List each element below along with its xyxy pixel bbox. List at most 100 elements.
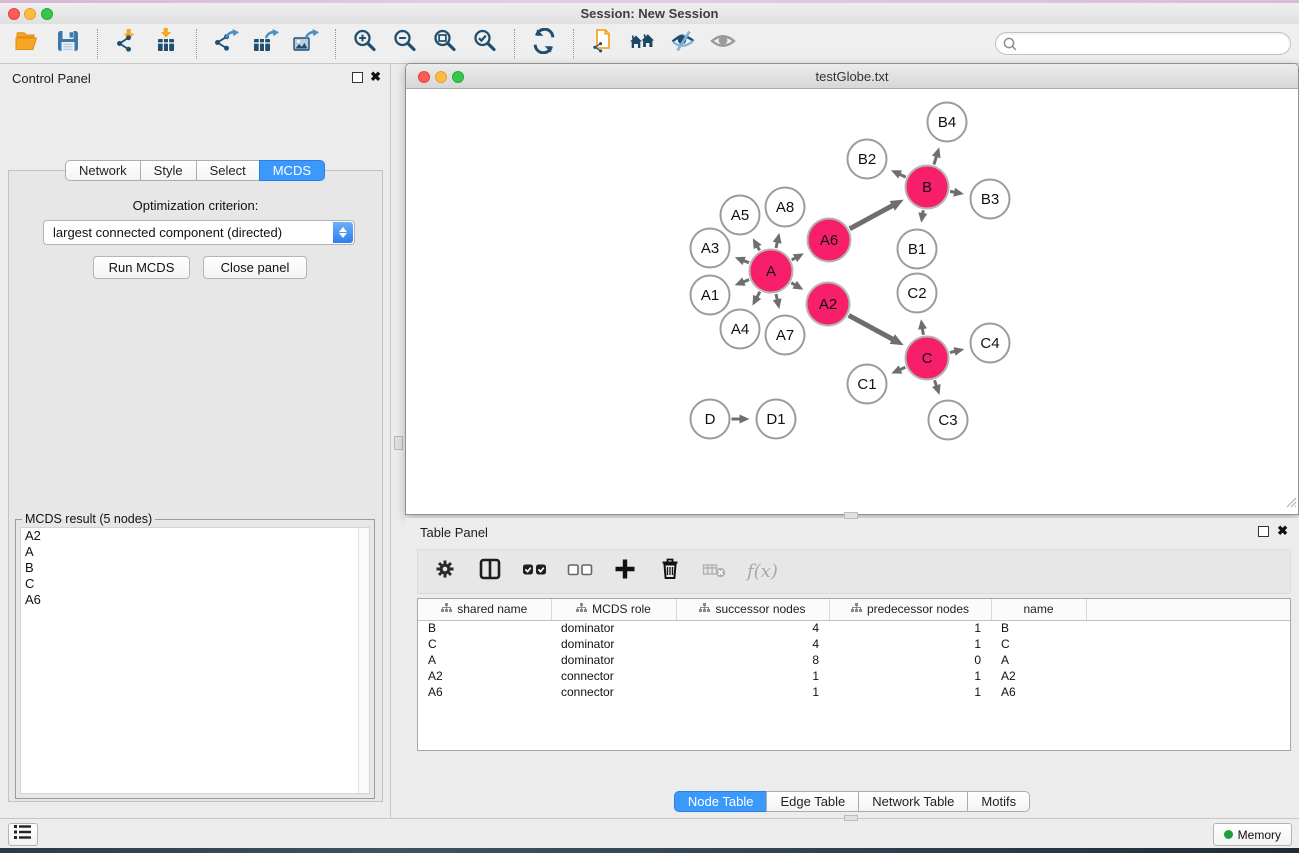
add-button[interactable]: [612, 555, 638, 589]
bottom-splitter-handle[interactable]: [844, 815, 858, 821]
graph-edge-C-C2[interactable]: [918, 319, 927, 335]
show-details-button[interactable]: [703, 27, 743, 61]
graph-node-B[interactable]: B: [906, 166, 949, 209]
close-window-button[interactable]: [8, 8, 20, 20]
table-cell[interactable]: B: [991, 620, 1086, 636]
graph-node-B2[interactable]: B2: [848, 140, 887, 179]
copy-network-button[interactable]: [583, 27, 623, 61]
graph-node-A8[interactable]: A8: [766, 188, 805, 227]
table-cell[interactable]: 1: [829, 684, 991, 700]
graph-edge-A-A8[interactable]: [773, 233, 782, 248]
export-image-button[interactable]: [286, 27, 326, 61]
table-cell[interactable]: 0: [829, 652, 991, 668]
gear-button[interactable]: [432, 555, 458, 589]
result-item-a6[interactable]: A6: [21, 592, 369, 608]
graph-edge-A-A1[interactable]: [735, 277, 749, 285]
result-item-a2[interactable]: A2: [21, 528, 369, 544]
home-button[interactable]: [623, 27, 663, 61]
table-row[interactable]: Bdominator41B: [418, 620, 1290, 636]
open-file-button[interactable]: [8, 27, 48, 61]
graph-node-A[interactable]: A: [750, 250, 793, 293]
zoom-selected-button[interactable]: [465, 27, 505, 61]
table-cell[interactable]: A: [991, 652, 1086, 668]
column-header-name[interactable]: name: [991, 599, 1086, 620]
select-all-button[interactable]: [522, 555, 548, 589]
graph-node-A5[interactable]: A5: [721, 196, 760, 235]
table-tab-node-table[interactable]: Node Table: [674, 791, 768, 812]
close-panel-button[interactable]: Close panel: [203, 256, 307, 279]
float-panel-icon[interactable]: [352, 72, 363, 83]
table-cell[interactable]: 1: [676, 668, 829, 684]
refresh-button[interactable]: [524, 27, 564, 61]
graph-edge-C-C1[interactable]: [891, 365, 905, 373]
zoom-out-button[interactable]: [385, 27, 425, 61]
graph-node-D[interactable]: D: [691, 400, 730, 439]
trash-button[interactable]: [657, 555, 683, 589]
tab-mcds[interactable]: MCDS: [259, 160, 325, 181]
close-panel-icon[interactable]: ✖: [370, 69, 381, 85]
table-cell[interactable]: connector: [551, 684, 676, 700]
table-cell[interactable]: C: [991, 636, 1086, 652]
column-header-successor-nodes[interactable]: successor nodes: [676, 599, 829, 620]
graph-edge-D-D1[interactable]: [732, 415, 750, 424]
run-mcds-button[interactable]: Run MCDS: [93, 256, 190, 279]
graph-node-A3[interactable]: A3: [691, 229, 730, 268]
result-item-b[interactable]: B: [21, 560, 369, 576]
table-row[interactable]: Adominator80A: [418, 652, 1290, 668]
table-tab-edge-table[interactable]: Edge Table: [766, 791, 859, 812]
graph-node-B1[interactable]: B1: [898, 230, 937, 269]
graph-node-C3[interactable]: C3: [929, 401, 968, 440]
table-cell[interactable]: A2: [418, 668, 551, 684]
columns-button[interactable]: [477, 555, 503, 589]
table-row[interactable]: A6connector11A6: [418, 684, 1290, 700]
graph-node-C4[interactable]: C4: [971, 324, 1010, 363]
graph-edge-B-B2[interactable]: [891, 170, 906, 178]
horizontal-splitter-handle[interactable]: [844, 512, 858, 519]
graph-node-D1[interactable]: D1: [757, 400, 796, 439]
table-cell[interactable]: dominator: [551, 652, 676, 668]
graph-edge-A-A4[interactable]: [753, 292, 762, 306]
graph-edge-A-A3[interactable]: [735, 257, 749, 265]
save-session-button[interactable]: [48, 27, 88, 61]
zoom-fit-button[interactable]: [425, 27, 465, 61]
graph-edge-B-B3[interactable]: [950, 188, 964, 197]
graph-edge-A-A2[interactable]: [791, 281, 803, 290]
table-cell[interactable]: A6: [418, 684, 551, 700]
graph-node-C2[interactable]: C2: [898, 274, 937, 313]
table-float-panel-icon[interactable]: [1258, 526, 1269, 537]
table-cell[interactable]: dominator: [551, 620, 676, 636]
column-header-MCDS-role[interactable]: MCDS role: [551, 599, 676, 620]
network-zoom-button[interactable]: [452, 71, 464, 83]
result-item-a[interactable]: A: [21, 544, 369, 560]
table-row[interactable]: Cdominator41C: [418, 636, 1290, 652]
table-tab-motifs[interactable]: Motifs: [967, 791, 1030, 812]
graph-edge-A-A5[interactable]: [753, 238, 762, 250]
import-network-button[interactable]: [107, 27, 147, 61]
table-cell[interactable]: connector: [551, 668, 676, 684]
graph-edge-A-A6[interactable]: [792, 253, 804, 262]
table-cell[interactable]: 4: [676, 636, 829, 652]
table-cell[interactable]: 1: [829, 668, 991, 684]
result-item-c[interactable]: C: [21, 576, 369, 592]
tab-select[interactable]: Select: [196, 160, 260, 181]
vertical-splitter-handle[interactable]: [394, 436, 403, 450]
graph-edge-C-C3[interactable]: [932, 380, 941, 395]
graph-node-A2[interactable]: A2: [807, 283, 850, 326]
column-header-shared-name[interactable]: shared name: [418, 599, 551, 620]
table-cell[interactable]: A6: [991, 684, 1086, 700]
function-builder-button[interactable]: f(x): [747, 555, 778, 589]
result-scrollbar[interactable]: [358, 528, 369, 793]
export-network-button[interactable]: [206, 27, 246, 61]
graph-node-A6[interactable]: A6: [808, 219, 851, 262]
zoom-in-button[interactable]: [345, 27, 385, 61]
table-cell[interactable]: 1: [829, 620, 991, 636]
table-cell[interactable]: A: [418, 652, 551, 668]
table-cell[interactable]: C: [418, 636, 551, 652]
export-table-button[interactable]: [246, 27, 286, 61]
show-panels-button[interactable]: [8, 823, 38, 846]
zoom-window-button[interactable]: [41, 8, 53, 20]
table-cell[interactable]: 8: [676, 652, 829, 668]
search-input[interactable]: [995, 32, 1291, 55]
tab-network[interactable]: Network: [65, 160, 141, 181]
graph-node-C[interactable]: C: [906, 337, 949, 380]
